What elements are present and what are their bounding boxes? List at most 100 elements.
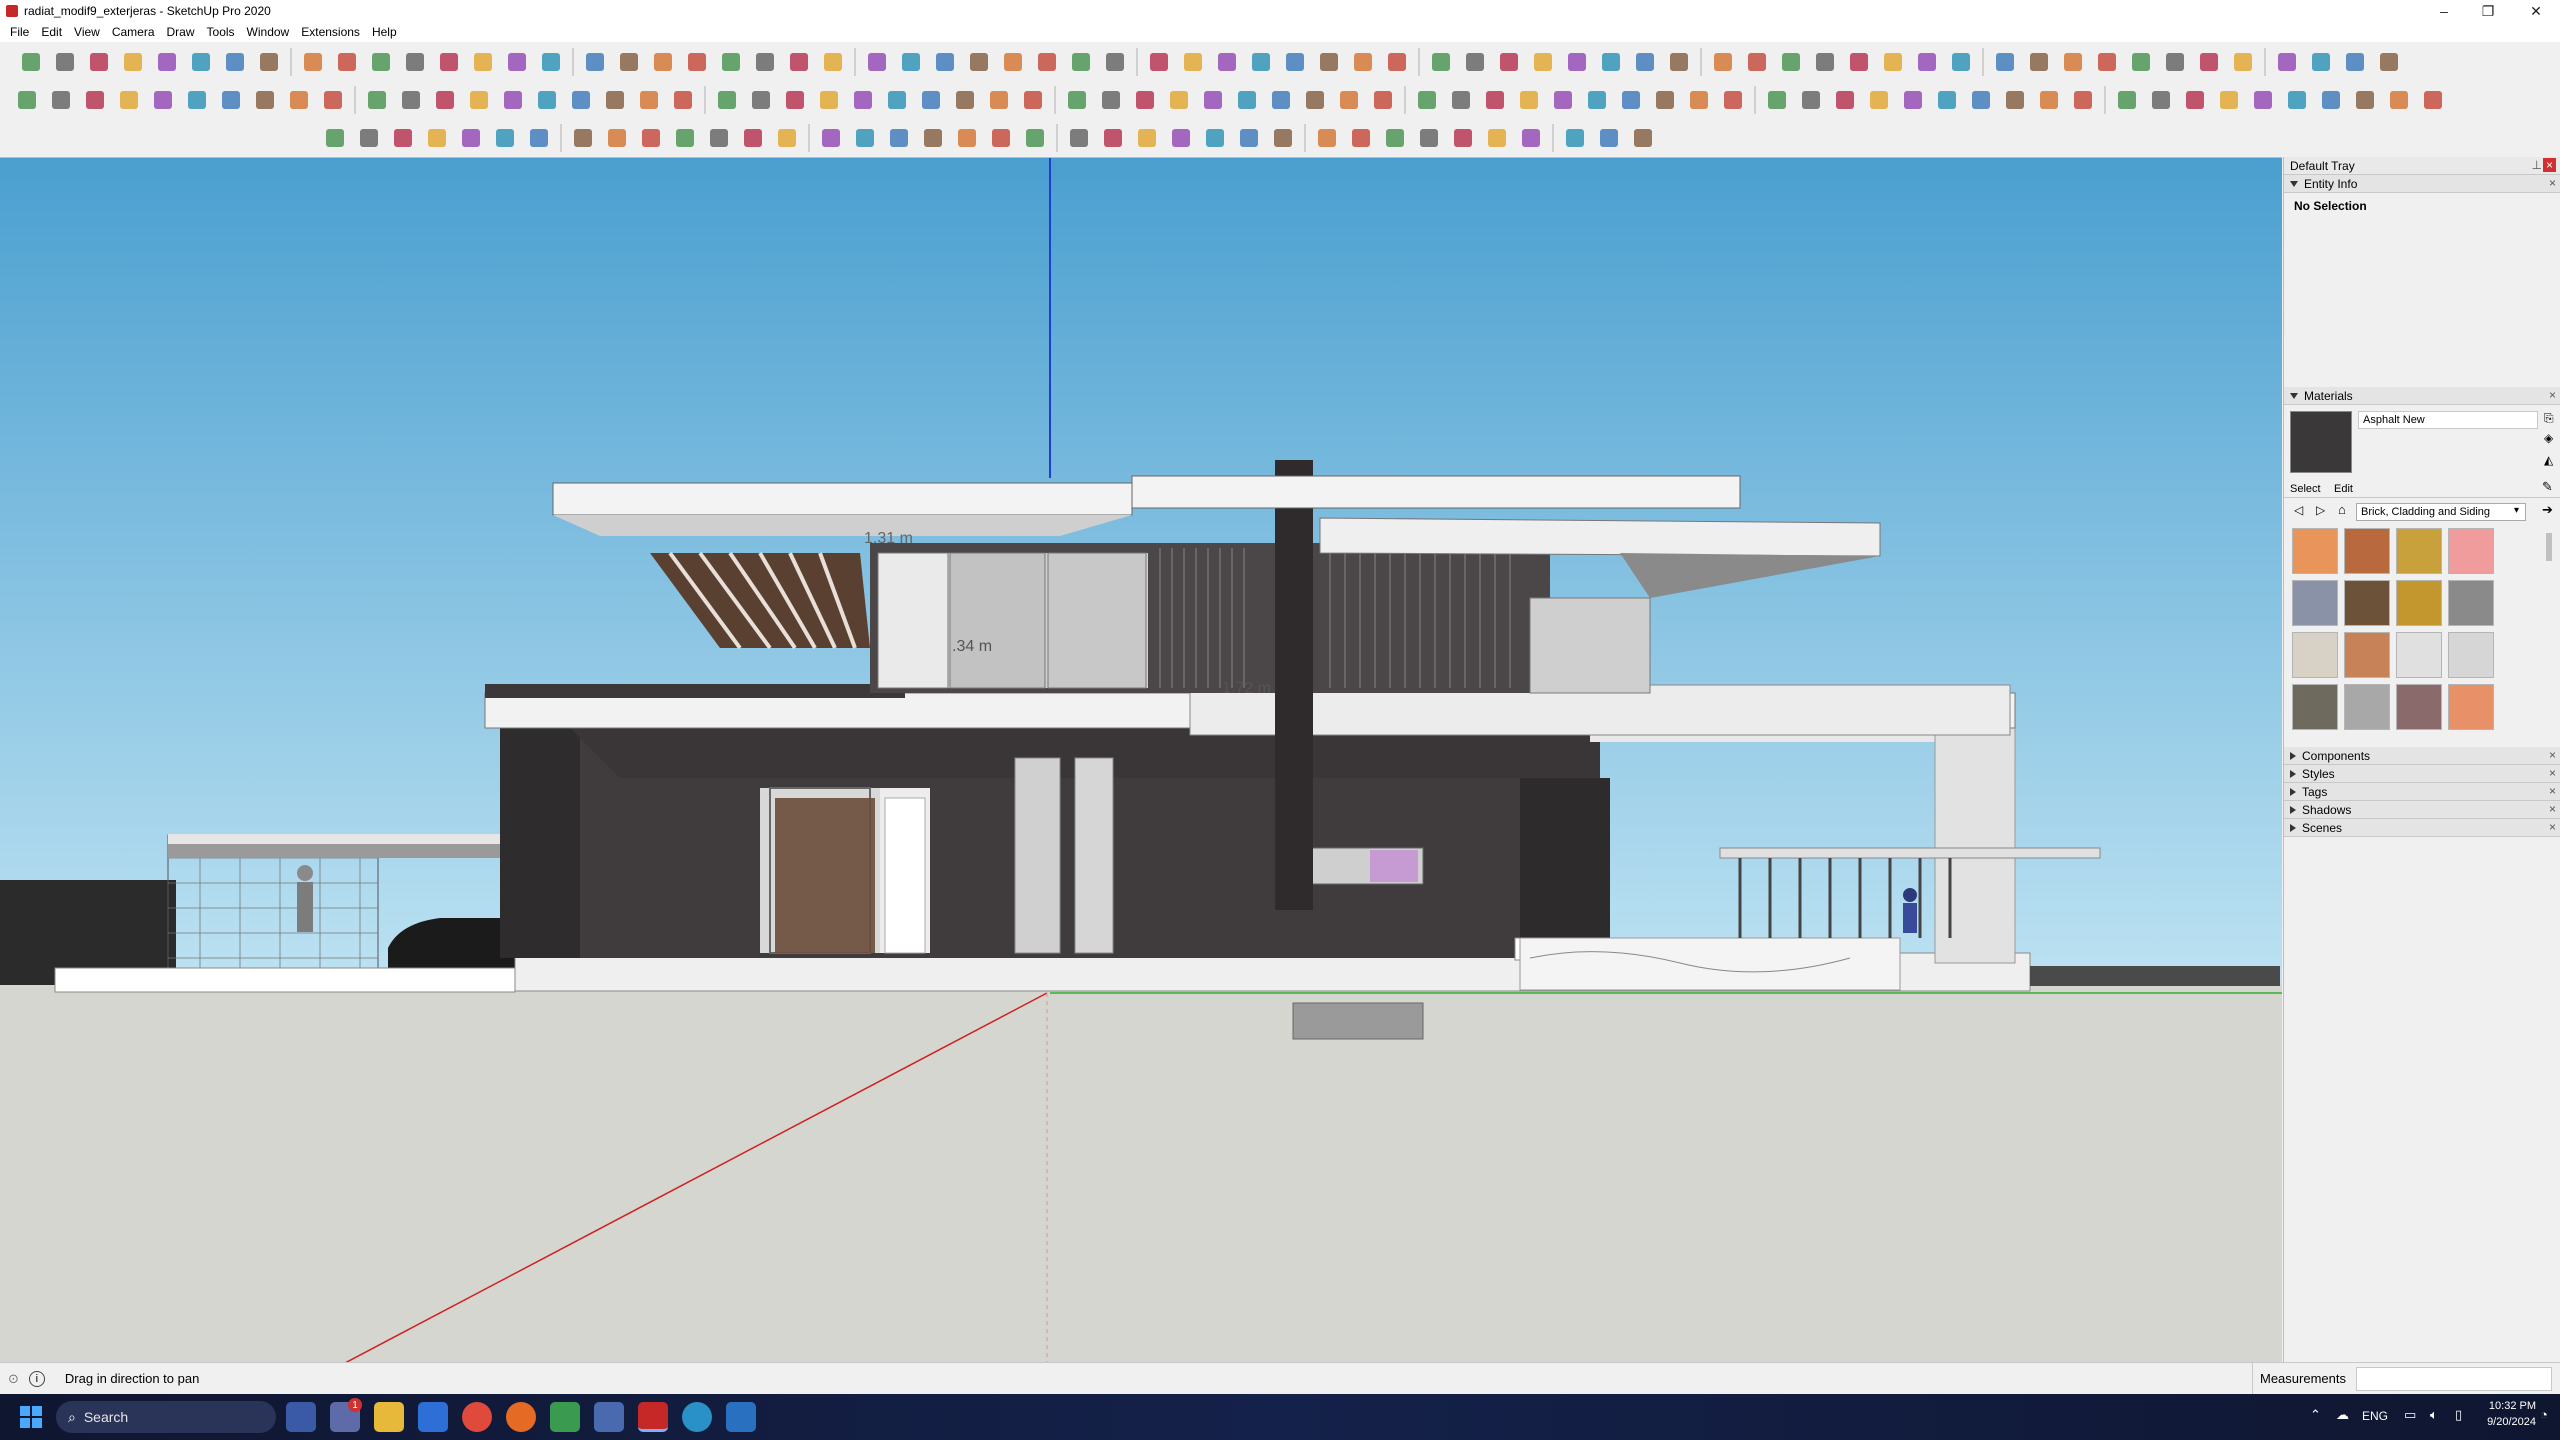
toolbar-tool-button[interactable] <box>851 124 879 152</box>
display-icon[interactable]: ▭ <box>2404 1407 2416 1423</box>
toolbar-tool-button[interactable] <box>917 86 945 114</box>
toolbar-tool-button[interactable] <box>863 48 891 76</box>
toolbar-tool-button[interactable] <box>115 86 143 114</box>
toolbar-tool-button[interactable] <box>1777 48 1805 76</box>
toolbar-tool-button[interactable] <box>1845 48 1873 76</box>
eyedropper-icon[interactable]: ✎ <box>2542 479 2553 495</box>
toolbar-tool-button[interactable] <box>221 48 249 76</box>
toolbar-tool-button[interactable] <box>637 124 665 152</box>
toolbar-tool-button[interactable] <box>785 48 813 76</box>
toolbar-tool-button[interactable] <box>1065 124 1093 152</box>
volume-icon[interactable]: 🔈︎ <box>2430 1407 2438 1423</box>
toolbar-tool-button[interactable] <box>705 124 733 152</box>
toolbar-tool-button[interactable] <box>525 124 553 152</box>
toolbar-tool-button[interactable] <box>465 86 493 114</box>
toolbar-tool-button[interactable] <box>1685 86 1713 114</box>
toolbar-tool-button[interactable] <box>603 124 631 152</box>
toolbar-tool-button[interactable] <box>319 86 347 114</box>
toolbar-tool-button[interactable] <box>153 48 181 76</box>
toolbar-tool-button[interactable] <box>85 48 113 76</box>
toolbar-tool-button[interactable] <box>285 86 313 114</box>
menu-tools[interactable]: Tools <box>201 25 241 39</box>
toolbar-tool-button[interactable] <box>2419 86 2447 114</box>
toolbar-tool-button[interactable] <box>1461 48 1489 76</box>
toolbar-tool-button[interactable] <box>51 48 79 76</box>
toolbar-tool-button[interactable] <box>363 86 391 114</box>
toolbar-tool-button[interactable] <box>1315 48 1343 76</box>
toolbar-tool-button[interactable] <box>987 124 1015 152</box>
toolbar-tool-button[interactable] <box>435 48 463 76</box>
toolbar-tool-button[interactable] <box>401 48 429 76</box>
toolbar-tool-button[interactable] <box>1665 48 1693 76</box>
menu-file[interactable]: File <box>4 25 35 39</box>
panel-close-icon[interactable]: × <box>2549 820 2556 834</box>
toolbar-tool-button[interactable] <box>1597 48 1625 76</box>
toolbar-tool-button[interactable] <box>919 124 947 152</box>
panel-components[interactable]: Components × <box>2284 747 2560 765</box>
toolbar-tool-button[interactable] <box>81 86 109 114</box>
toolbar-tool-button[interactable] <box>2035 86 2063 114</box>
toolbar-tool-button[interactable] <box>1233 86 1261 114</box>
app-icon[interactable] <box>726 1402 756 1432</box>
geolocation-icon[interactable]: ⊙ <box>8 1371 19 1387</box>
toolbar-tool-button[interactable] <box>1865 86 1893 114</box>
material-swatch[interactable] <box>2344 528 2390 574</box>
panel-shadows[interactable]: Shadows × <box>2284 801 2560 819</box>
toolbar-tool-button[interactable] <box>885 124 913 152</box>
toolbar-tool-button[interactable] <box>397 86 425 114</box>
toolbar-tool-button[interactable] <box>781 86 809 114</box>
toolbar-tool-button[interactable] <box>1267 86 1295 114</box>
toolbar-tool-button[interactable] <box>423 124 451 152</box>
toolbar-tool-button[interactable] <box>1947 48 1975 76</box>
start-button[interactable] <box>16 1402 46 1432</box>
store-icon[interactable] <box>418 1402 448 1432</box>
menu-edit[interactable]: Edit <box>35 25 68 39</box>
toolbar-tool-button[interactable] <box>1347 124 1375 152</box>
toolbar-tool-button[interactable] <box>773 124 801 152</box>
toolbar-tool-button[interactable] <box>17 48 45 76</box>
toolbar-tool-button[interactable] <box>1797 86 1825 114</box>
toolbar-tool-button[interactable] <box>1617 86 1645 114</box>
toolbar-tool-button[interactable] <box>1631 48 1659 76</box>
toolbar-tool-button[interactable] <box>1811 48 1839 76</box>
taskbar-search[interactable]: ⌕ Search <box>56 1401 276 1433</box>
toolbar-tool-button[interactable] <box>1913 48 1941 76</box>
forward-arrow-icon[interactable]: ▷ <box>2316 503 2325 517</box>
entity-info-close-icon[interactable]: × <box>2549 176 2556 190</box>
toolbar-tool-button[interactable] <box>1247 48 1275 76</box>
tab-select[interactable]: Select <box>2290 483 2321 495</box>
pin-icon[interactable]: ⊥ <box>2532 158 2542 172</box>
toolbar-tool-button[interactable] <box>389 124 417 152</box>
toolbar-tool-button[interactable] <box>739 124 767 152</box>
toolbar-tool-button[interactable] <box>2181 86 2209 114</box>
toolbar-tool-button[interactable] <box>431 86 459 114</box>
toolbar-tool-button[interactable] <box>1563 48 1591 76</box>
toolbar-tool-button[interactable] <box>965 48 993 76</box>
toolbar-tool-button[interactable] <box>533 86 561 114</box>
panel-scenes[interactable]: Scenes × <box>2284 819 2560 837</box>
toolbar-tool-button[interactable] <box>1033 48 1061 76</box>
panel-close-icon[interactable]: × <box>2549 784 2556 798</box>
material-swatch[interactable] <box>2344 580 2390 626</box>
panel-close-icon[interactable]: × <box>2549 802 2556 816</box>
toolbar-tool-button[interactable] <box>669 86 697 114</box>
toolbar-tool-button[interactable] <box>1301 86 1329 114</box>
toolbar-tool-button[interactable] <box>537 48 565 76</box>
task-view-icon[interactable] <box>286 1402 316 1432</box>
toolbar-tool-button[interactable] <box>897 48 925 76</box>
toolbar-tool-button[interactable] <box>1201 124 1229 152</box>
menu-window[interactable]: Window <box>241 25 296 39</box>
create-material-icon[interactable]: ⎘ <box>2544 411 2554 426</box>
toolbar-tool-button[interactable] <box>747 86 775 114</box>
toolbar-tool-button[interactable] <box>1991 48 2019 76</box>
toolbar-tool-button[interactable] <box>1097 86 1125 114</box>
info-icon[interactable]: i <box>28 1370 45 1387</box>
toolbar-tool-button[interactable] <box>1515 86 1543 114</box>
toolbar-tool-button[interactable] <box>255 48 283 76</box>
toolbar-tool-button[interactable] <box>2025 48 2053 76</box>
toolbar-tool-button[interactable] <box>951 86 979 114</box>
sketchup-taskbar-icon[interactable] <box>638 1402 668 1432</box>
toolbar-tool-button[interactable] <box>2341 48 2369 76</box>
toolbar-tool-button[interactable] <box>2195 48 2223 76</box>
tab-edit[interactable]: Edit <box>2334 483 2353 495</box>
